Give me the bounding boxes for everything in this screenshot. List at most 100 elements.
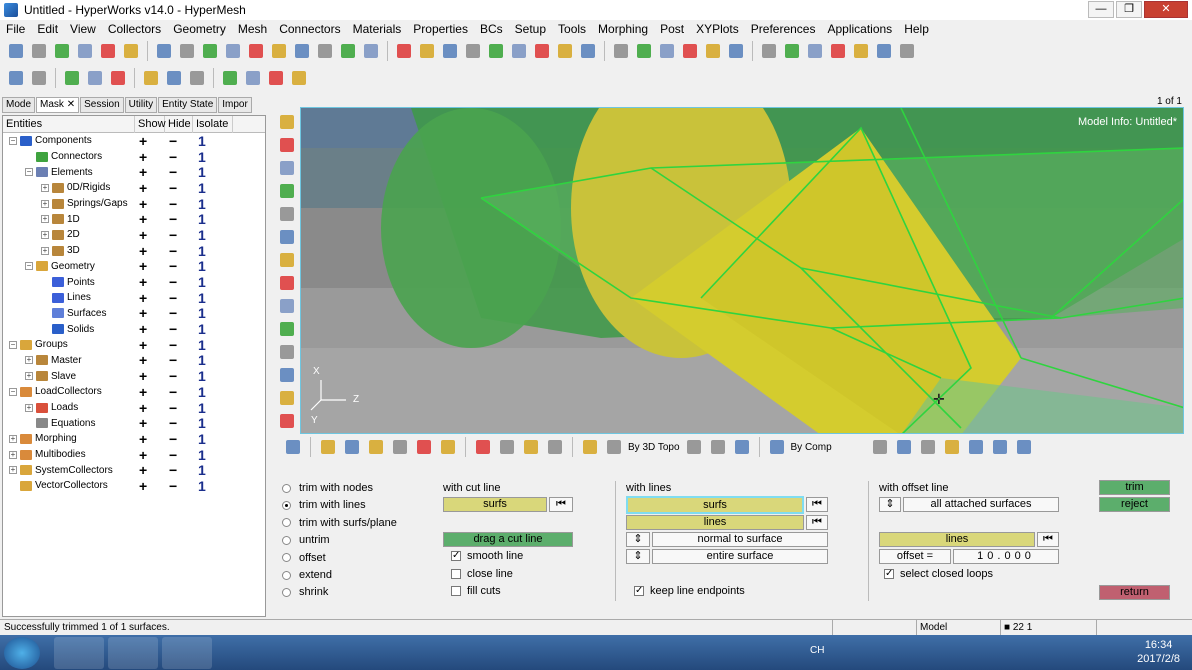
- tree-row[interactable]: Surfaces + − 1: [3, 305, 265, 321]
- grid-icon[interactable]: [990, 437, 1010, 457]
- radio-icon[interactable]: [282, 500, 291, 510]
- isolate-button[interactable]: 1: [198, 431, 206, 447]
- tree-row[interactable]: +3D + − 1: [3, 243, 265, 259]
- main-tool-18-icon[interactable]: [417, 41, 437, 61]
- hide-button[interactable]: −: [169, 149, 177, 165]
- taskbar-app-hypermesh[interactable]: [162, 637, 212, 669]
- tree-row[interactable]: +1D + − 1: [3, 211, 265, 227]
- star-icon[interactable]: [580, 437, 600, 457]
- entire-surface[interactable]: entire surface: [652, 549, 828, 564]
- expand-toggle-icon[interactable]: +: [9, 450, 17, 459]
- main-tool-2-icon[interactable]: [29, 41, 49, 61]
- main-tool-16-icon[interactable]: [361, 41, 381, 61]
- show-button[interactable]: +: [139, 368, 147, 384]
- monitor-icon[interactable]: [1014, 437, 1034, 457]
- hide-button[interactable]: −: [169, 196, 177, 212]
- sec-tool-1-icon[interactable]: [6, 68, 26, 88]
- tree-row[interactable]: − Geometry + − 1: [3, 258, 265, 274]
- select-closed-checkbox[interactable]: ✓ select closed loops: [884, 568, 993, 580]
- radio-icon[interactable]: [282, 535, 291, 545]
- menu-tools[interactable]: Tools: [552, 22, 592, 36]
- tab-session[interactable]: Session: [80, 97, 124, 113]
- show-button[interactable]: +: [139, 180, 147, 196]
- clock[interactable]: 16:34 2017/2/8: [1137, 638, 1180, 666]
- menu-xyplots[interactable]: XYPlots: [690, 22, 745, 36]
- main-tool-37-icon[interactable]: [874, 41, 894, 61]
- expand-toggle-icon[interactable]: +: [9, 434, 17, 443]
- normal-toggle[interactable]: ⇕: [626, 532, 650, 547]
- close-tab-icon[interactable]: ✕: [64, 99, 75, 110]
- main-tool-29-icon[interactable]: [680, 41, 700, 61]
- smooth-line-checkbox[interactable]: ✓ smooth line: [451, 550, 523, 562]
- sec-tool-7-icon[interactable]: [164, 68, 184, 88]
- shaded-icon[interactable]: [342, 437, 362, 457]
- mesh-display-icon[interactable]: [894, 437, 914, 457]
- show-button[interactable]: +: [139, 305, 147, 321]
- hide-button[interactable]: −: [169, 368, 177, 384]
- main-tool-9-icon[interactable]: [200, 41, 220, 61]
- find-icon[interactable]: [521, 437, 541, 457]
- trim-button[interactable]: trim: [1099, 480, 1170, 495]
- expand-toggle-icon[interactable]: +: [41, 199, 49, 208]
- menu-materials[interactable]: Materials: [347, 22, 408, 36]
- tab-mask[interactable]: Mask ✕: [36, 97, 80, 113]
- tree-row[interactable]: +0D/Rigids + − 1: [3, 180, 265, 196]
- line-icon[interactable]: [918, 437, 938, 457]
- tree-row[interactable]: Equations + − 1: [3, 415, 265, 431]
- by-3d-topo[interactable]: By 3D Topo: [628, 442, 680, 453]
- menu-collectors[interactable]: Collectors: [102, 22, 167, 36]
- show-button[interactable]: +: [139, 243, 147, 259]
- shaded-elements-icon[interactable]: [966, 437, 986, 457]
- isolate-button[interactable]: 1: [198, 478, 206, 494]
- isolate-button[interactable]: 1: [198, 321, 206, 337]
- hide-button[interactable]: −: [169, 321, 177, 337]
- side-tool-1-icon[interactable]: [277, 112, 295, 132]
- hide-button[interactable]: −: [169, 211, 177, 227]
- side-tool-12-icon[interactable]: [277, 365, 295, 385]
- option-shrink[interactable]: shrink: [282, 586, 328, 598]
- entire-toggle[interactable]: ⇕: [626, 549, 650, 564]
- isolate-button[interactable]: 1: [198, 400, 206, 416]
- tree-row[interactable]: − LoadCollectors + − 1: [3, 384, 265, 400]
- expand-toggle-icon[interactable]: +: [25, 403, 33, 412]
- isolate-button[interactable]: 1: [198, 274, 206, 290]
- isolate-button[interactable]: 1: [198, 290, 206, 306]
- sec-tool-8-icon[interactable]: [187, 68, 207, 88]
- show-button[interactable]: +: [139, 196, 147, 212]
- normal-to-surface[interactable]: normal to surface: [652, 532, 828, 547]
- main-tool-22-icon[interactable]: [509, 41, 529, 61]
- sec-tool-2-icon[interactable]: [29, 68, 49, 88]
- tree-row[interactable]: VectorCollectors + − 1: [3, 478, 265, 494]
- main-tool-10-icon[interactable]: [223, 41, 243, 61]
- isolate-button[interactable]: 1: [198, 305, 206, 321]
- component-color-icon[interactable]: [318, 437, 338, 457]
- hide-button[interactable]: −: [169, 447, 177, 463]
- folder-icon[interactable]: [366, 437, 386, 457]
- col-show[interactable]: Show: [135, 115, 166, 133]
- main-tool-38-icon[interactable]: [897, 41, 917, 61]
- hide-button[interactable]: −: [169, 180, 177, 196]
- hide-button[interactable]: −: [169, 290, 177, 306]
- show-button[interactable]: +: [139, 211, 147, 227]
- isolate-button[interactable]: 1: [198, 180, 206, 196]
- isolate-button[interactable]: 1: [198, 415, 206, 431]
- tree-row[interactable]: Connectors + − 1: [3, 149, 265, 165]
- show-button[interactable]: +: [139, 133, 147, 149]
- expand-toggle-icon[interactable]: +: [41, 246, 49, 255]
- expand-toggle-icon[interactable]: +: [9, 466, 17, 475]
- menu-geometry[interactable]: Geometry: [167, 22, 232, 36]
- menu-post[interactable]: Post: [654, 22, 690, 36]
- radio-icon[interactable]: [282, 553, 291, 563]
- sec-tool-9-icon[interactable]: [220, 68, 240, 88]
- sec-tool-12-icon[interactable]: [289, 68, 309, 88]
- show-button[interactable]: +: [139, 384, 147, 400]
- by-comp[interactable]: By Comp: [791, 442, 832, 453]
- side-tool-3-icon[interactable]: [277, 158, 295, 178]
- show-button[interactable]: +: [139, 462, 147, 478]
- tab-utility[interactable]: Utility: [124, 97, 158, 113]
- main-tool-14-icon[interactable]: [315, 41, 335, 61]
- menu-setup[interactable]: Setup: [509, 22, 552, 36]
- minimize-button[interactable]: —: [1088, 1, 1114, 18]
- tray-language[interactable]: CH: [810, 645, 824, 656]
- main-tool-12-icon[interactable]: [269, 41, 289, 61]
